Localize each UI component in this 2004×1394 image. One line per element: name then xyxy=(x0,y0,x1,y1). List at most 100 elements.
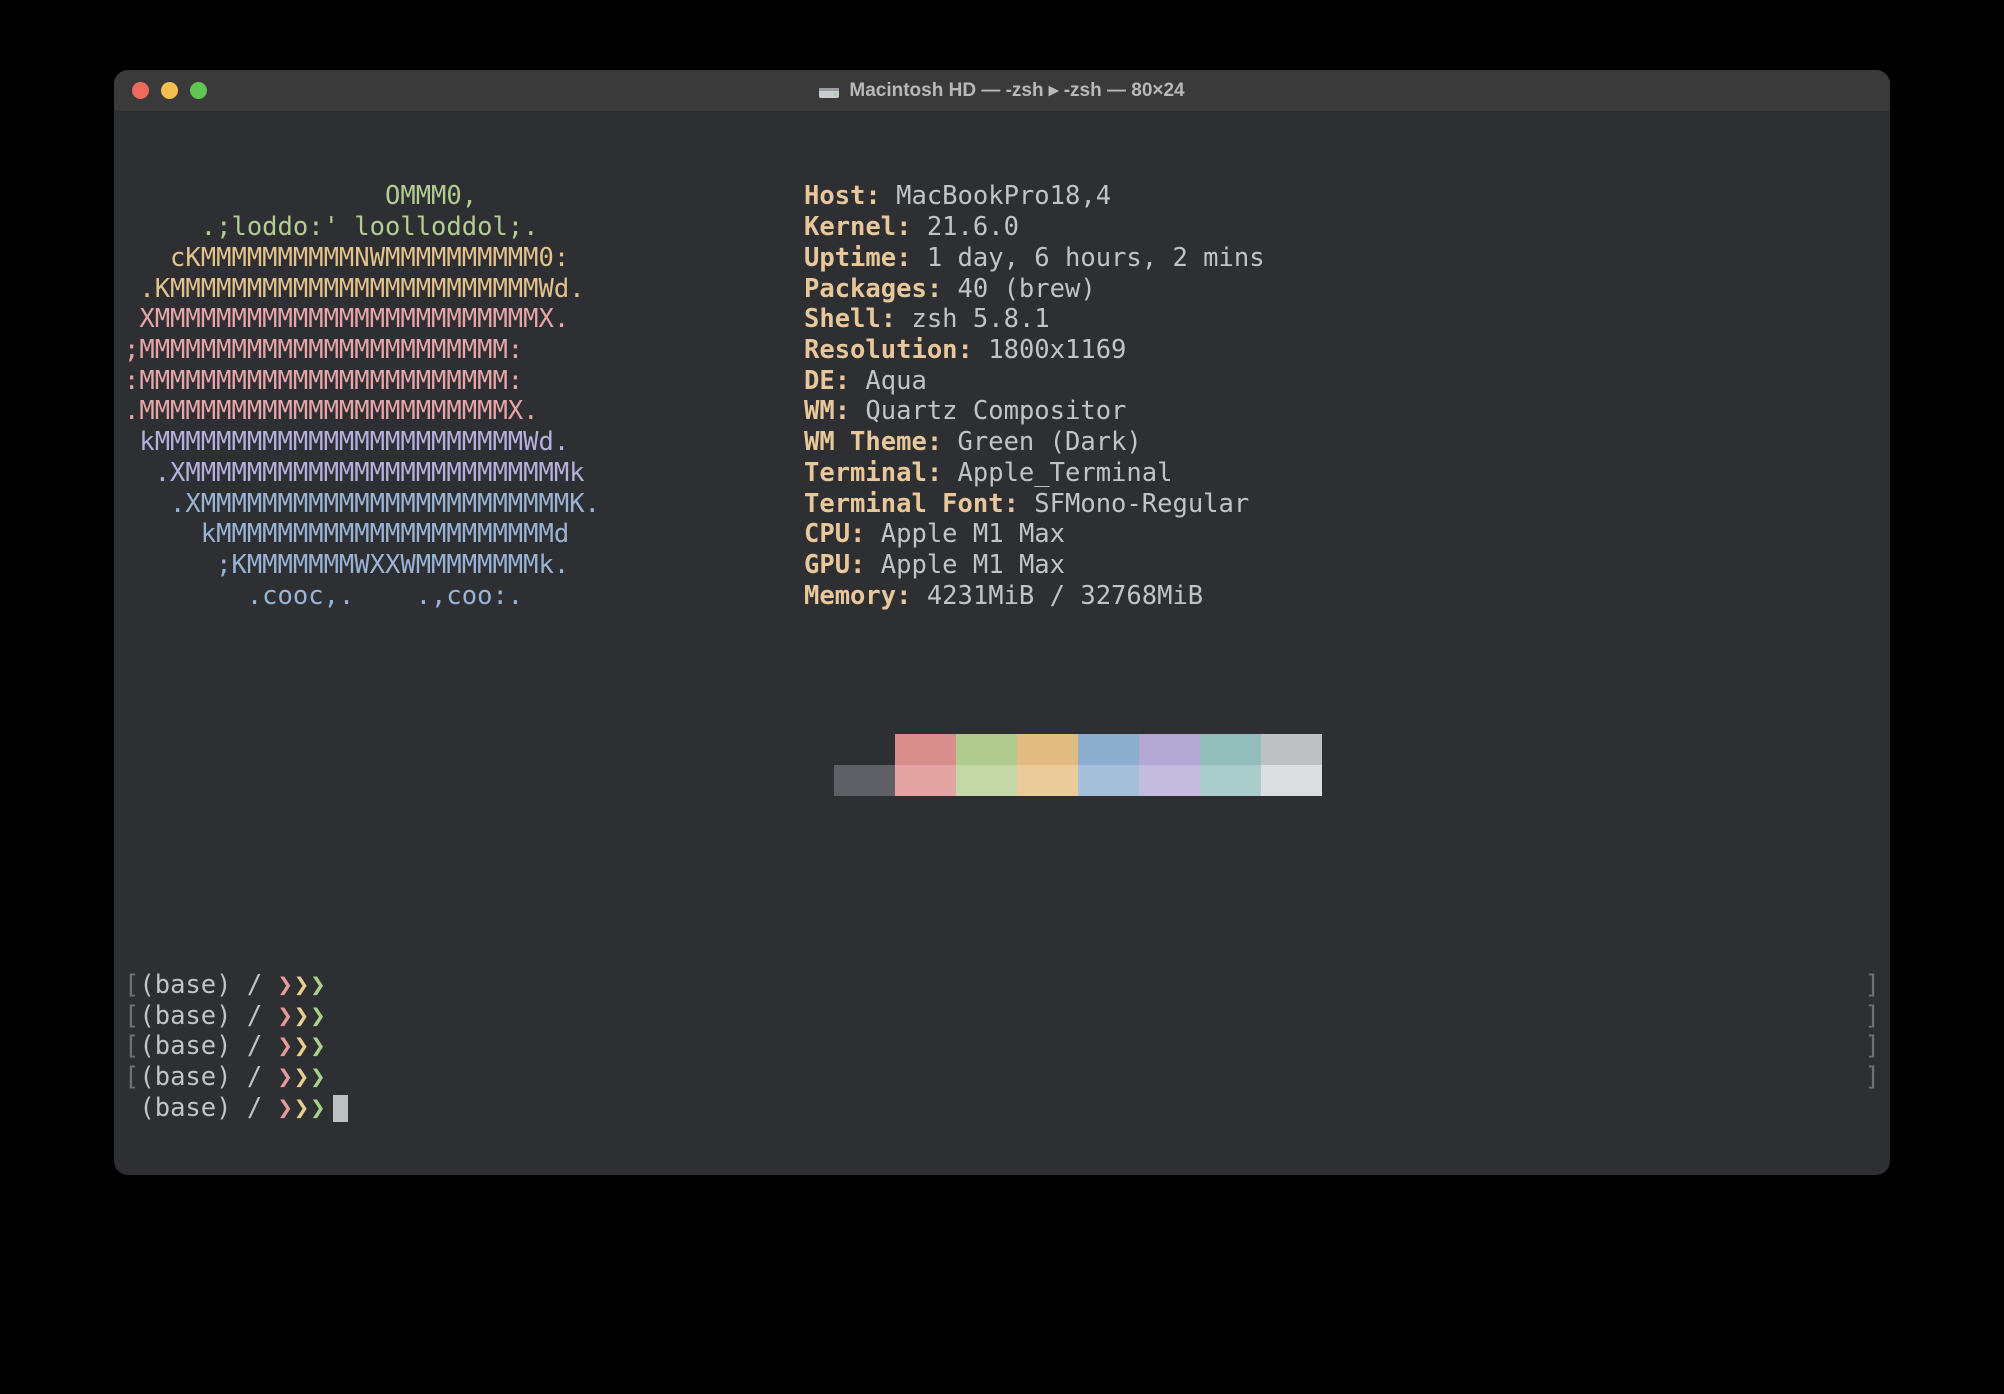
prompt-env: (base) xyxy=(139,1062,246,1093)
ascii-art-line: .MMMMMMMMMMMMMMMMMMMMMMMMX. xyxy=(124,396,804,427)
info-label: GPU: xyxy=(804,550,865,580)
info-value: zsh 5.8.1 xyxy=(896,304,1050,334)
info-value: MacBookPro18,4 xyxy=(881,181,1111,211)
ascii-art-line: kMMMMMMMMMMMMMMMMMMMMMMd xyxy=(124,519,804,550)
info-line: Resolution: 1800x1169 xyxy=(804,335,1880,366)
color-swatch xyxy=(834,734,895,765)
color-swatch xyxy=(895,765,956,796)
info-line: Memory: 4231MiB / 32768MiB xyxy=(804,581,1880,612)
info-label: DE: xyxy=(804,366,850,396)
color-swatch xyxy=(1200,765,1261,796)
palette-row xyxy=(834,734,1880,765)
prompt-area: [(base) / ❯❯❯][(base) / ❯❯❯][(base) / ❯❯… xyxy=(124,970,1880,1124)
ascii-art-line: .KMMMMMMMMMMMMMMMMMMMMMMMMWd. xyxy=(124,274,804,305)
ascii-art-line: .XMMMMMMMMMMMMMMMMMMMMMMMMK. xyxy=(124,489,804,520)
prompt-pwd: / xyxy=(247,970,278,1001)
prompt-arrows: ❯❯❯ xyxy=(278,1001,327,1032)
info-line: WM Theme: Green (Dark) xyxy=(804,427,1880,458)
terminal-output[interactable]: OMMM0, .;loddo:' loolloddol;. cKMMMMMMMM… xyxy=(114,112,1890,1175)
color-swatch xyxy=(1078,734,1139,765)
color-swatch xyxy=(1200,734,1261,765)
prompt-history: [(base) / ❯❯❯] xyxy=(124,1062,1880,1093)
info-line: Packages: 40 (brew) xyxy=(804,274,1880,305)
maximize-button[interactable] xyxy=(190,82,207,99)
color-swatch xyxy=(956,734,1017,765)
info-line: Terminal: Apple_Terminal xyxy=(804,458,1880,489)
prompt-arrows: ❯❯❯ xyxy=(278,1093,327,1124)
close-button[interactable] xyxy=(132,82,149,99)
ascii-art-line: :MMMMMMMMMMMMMMMMMMMMMMMM: xyxy=(124,366,804,397)
window-title-text: Macintosh HD — -zsh ▸ -zsh — 80×24 xyxy=(849,79,1184,102)
ascii-art-line: .XMMMMMMMMMMMMMMMMMMMMMMMMMk xyxy=(124,458,804,489)
ascii-art-line: .;loddo:' loolloddol;. xyxy=(124,212,804,243)
info-label: CPU: xyxy=(804,519,865,549)
color-swatch xyxy=(1139,734,1200,765)
info-line: Kernel: 21.6.0 xyxy=(804,212,1880,243)
info-label: Terminal Font: xyxy=(804,489,1019,519)
color-swatch xyxy=(1261,734,1322,765)
window-controls xyxy=(114,82,207,99)
info-value: Apple_Terminal xyxy=(942,458,1172,488)
neofetch-info: Host: MacBookPro18,4Kernel: 21.6.0Uptime… xyxy=(804,181,1880,611)
info-value: 21.6.0 xyxy=(911,212,1018,242)
info-label: Shell: xyxy=(804,304,896,334)
prompt-pwd: / xyxy=(247,1093,278,1124)
info-line: Host: MacBookPro18,4 xyxy=(804,181,1880,212)
info-value: 40 (brew) xyxy=(942,274,1096,304)
info-value: 4231MiB / 32768MiB xyxy=(911,581,1203,611)
prompt-env: (base) xyxy=(139,970,246,1001)
prompt-right-bracket: ] xyxy=(1865,1001,1880,1032)
prompt-arrows: ❯❯❯ xyxy=(278,970,327,1001)
prompt-pwd: / xyxy=(247,1062,278,1093)
prompt-env: (base) xyxy=(139,1031,246,1062)
prompt-left-bracket: [ xyxy=(124,970,139,1001)
info-label: Resolution: xyxy=(804,335,973,365)
prompt-arrows: ❯❯❯ xyxy=(278,1062,327,1093)
prompt-history: [(base) / ❯❯❯] xyxy=(124,1031,1880,1062)
info-label: Packages: xyxy=(804,274,942,304)
ascii-art-line: ;MMMMMMMMMMMMMMMMMMMMMMMM: xyxy=(124,335,804,366)
color-swatch xyxy=(895,734,956,765)
info-label: WM Theme: xyxy=(804,427,942,457)
info-line: Terminal Font: SFMono-Regular xyxy=(804,489,1880,520)
prompt-arrows: ❯❯❯ xyxy=(278,1031,327,1062)
neofetch-ascii-art: OMMM0, .;loddo:' loolloddol;. cKMMMMMMMM… xyxy=(124,181,804,611)
ascii-art-line: cKMMMMMMMMMMNWMMMMMMMMMM0: xyxy=(124,243,804,274)
info-label: Kernel: xyxy=(804,212,911,242)
prompt-right-bracket: ] xyxy=(1865,1031,1880,1062)
disk-icon xyxy=(819,83,839,99)
prompt-env: (base) xyxy=(139,1093,246,1124)
info-value: Aqua xyxy=(850,366,927,396)
color-swatch xyxy=(1261,765,1322,796)
info-line: Shell: zsh 5.8.1 xyxy=(804,304,1880,335)
color-swatch xyxy=(956,765,1017,796)
prompt-left-bracket: [ xyxy=(124,1062,139,1093)
prompt-left-bracket: [ xyxy=(124,1031,139,1062)
minimize-button[interactable] xyxy=(161,82,178,99)
info-label: Uptime: xyxy=(804,243,911,273)
color-swatch xyxy=(1017,734,1078,765)
terminal-window: Macintosh HD — -zsh ▸ -zsh — 80×24 OMMM0… xyxy=(114,70,1890,1175)
prompt-left-bracket: [ xyxy=(124,1001,139,1032)
titlebar[interactable]: Macintosh HD — -zsh ▸ -zsh — 80×24 xyxy=(114,70,1890,112)
prompt-pwd: / xyxy=(247,1031,278,1062)
prompt-current[interactable]: (base) / ❯❯❯ xyxy=(124,1093,1880,1124)
color-palette xyxy=(834,734,1880,796)
info-line: GPU: Apple M1 Max xyxy=(804,550,1880,581)
color-swatch xyxy=(1078,765,1139,796)
ascii-art-line: .cooc,. .,coo:. xyxy=(124,581,804,612)
prompt-history: [(base) / ❯❯❯] xyxy=(124,1001,1880,1032)
info-value: Apple M1 Max xyxy=(865,519,1065,549)
info-label: Host: xyxy=(804,181,881,211)
info-line: WM: Quartz Compositor xyxy=(804,396,1880,427)
info-value: SFMono-Regular xyxy=(1019,489,1249,519)
prompt-right-bracket: ] xyxy=(1865,970,1880,1001)
prompt-env: (base) xyxy=(139,1001,246,1032)
info-line: DE: Aqua xyxy=(804,366,1880,397)
ascii-art-line: OMMM0, xyxy=(124,181,804,212)
info-label: WM: xyxy=(804,396,850,426)
info-value: Apple M1 Max xyxy=(865,550,1065,580)
cursor[interactable] xyxy=(333,1095,348,1122)
info-line: CPU: Apple M1 Max xyxy=(804,519,1880,550)
info-value: Green (Dark) xyxy=(942,427,1142,457)
